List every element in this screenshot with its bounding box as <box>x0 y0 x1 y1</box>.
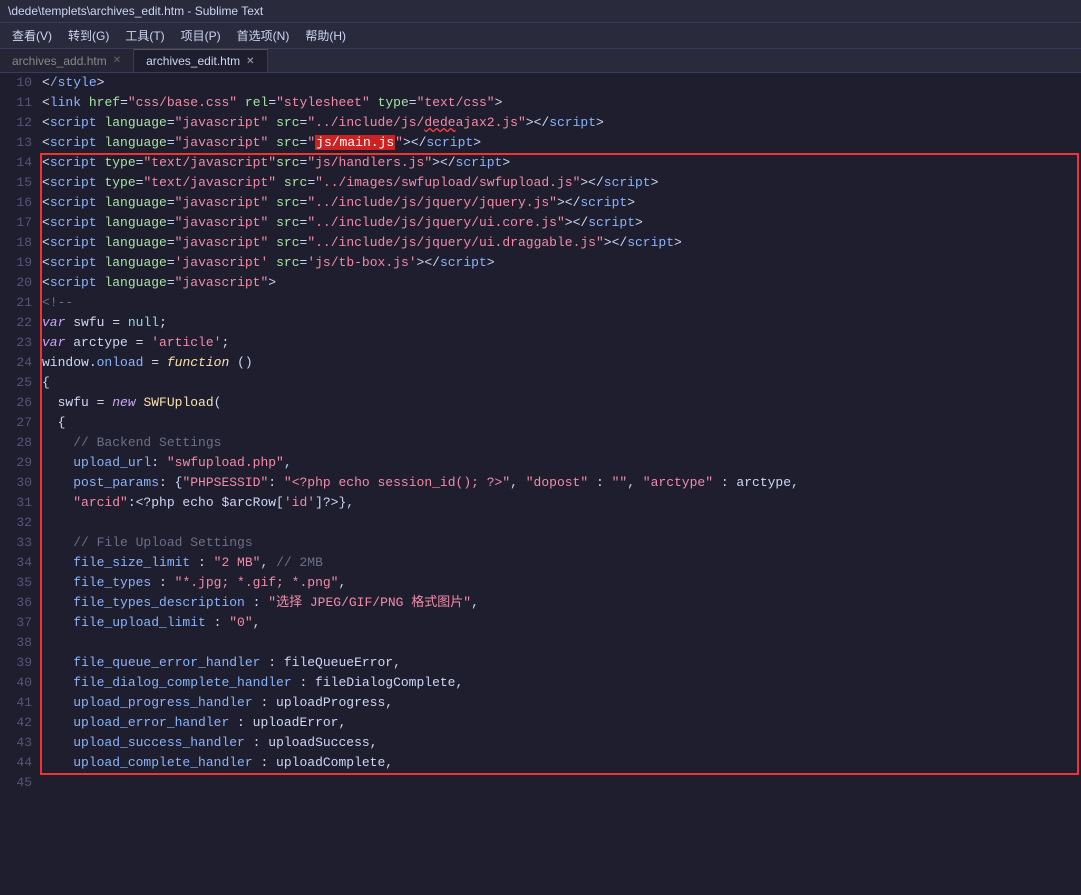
ln-10: 10 <box>0 73 32 93</box>
ln-30: 30 <box>0 473 32 493</box>
ln-25: 25 <box>0 373 32 393</box>
code-line-39: file_queue_error_handler : fileQueueErro… <box>38 653 1081 673</box>
tab-label-archives-edit: archives_edit.htm <box>146 54 240 68</box>
menu-project[interactable]: 项目(P) <box>173 25 229 46</box>
code-line-31: "arcid":<?php echo $arcRow['id']?>}, <box>38 493 1081 513</box>
code-line-22: var swfu = null; <box>38 313 1081 333</box>
ln-16: 16 <box>0 193 32 213</box>
code-line-15: <script type="text/javascript" src="../i… <box>38 173 1081 193</box>
code-line-35: file_types : "*.jpg; *.gif; *.png", <box>38 573 1081 593</box>
code-line-29: upload_url: "swfupload.php", <box>38 453 1081 473</box>
ln-13: 13 <box>0 133 32 153</box>
ln-29: 29 <box>0 453 32 473</box>
code-line-13: <script language="javascript" src="js/ma… <box>38 133 1081 153</box>
tab-close-archives-add[interactable]: ✕ <box>113 55 121 66</box>
code-line-20: <script language="javascript"> <box>38 273 1081 293</box>
menu-bar: 查看(V) 转到(G) 工具(T) 项目(P) 首选项(N) 帮助(H) <box>0 23 1081 49</box>
line-numbers: 10 11 12 13 14 15 16 17 18 19 20 21 22 2… <box>0 73 38 895</box>
ln-38: 38 <box>0 633 32 653</box>
menu-preferences[interactable]: 首选项(N) <box>229 25 298 46</box>
tab-label-archives-add: archives_add.htm <box>12 54 107 68</box>
code-line-40: file_dialog_complete_handler : fileDialo… <box>38 673 1081 693</box>
ln-32: 32 <box>0 513 32 533</box>
code-line-11: <link href="css/base.css" rel="styleshee… <box>38 93 1081 113</box>
code-line-23: var arctype = 'article'; <box>38 333 1081 353</box>
ln-19: 19 <box>0 253 32 273</box>
code-content[interactable]: </style> <link href="css/base.css" rel="… <box>38 73 1081 895</box>
code-line-43: upload_success_handler : uploadSuccess, <box>38 733 1081 753</box>
code-line-45 <box>38 773 1081 793</box>
code-line-44: upload_complete_handler : uploadComplete… <box>38 753 1081 773</box>
code-line-14: <script type="text/javascript"src="js/ha… <box>38 153 1081 173</box>
code-line-36: file_types_description : "选择 JPEG/GIF/PN… <box>38 593 1081 613</box>
code-line-16: <script language="javascript" src="../in… <box>38 193 1081 213</box>
code-line-26: swfu = new SWFUpload( <box>38 393 1081 413</box>
code-line-33: // File Upload Settings <box>38 533 1081 553</box>
menu-goto[interactable]: 转到(G) <box>60 25 117 46</box>
code-line-34: file_size_limit : "2 MB", // 2MB <box>38 553 1081 573</box>
code-line-41: upload_progress_handler : uploadProgress… <box>38 693 1081 713</box>
code-line-25: { <box>38 373 1081 393</box>
menu-tools[interactable]: 工具(T) <box>117 25 172 46</box>
ln-27: 27 <box>0 413 32 433</box>
menu-view[interactable]: 查看(V) <box>4 25 60 46</box>
ln-31: 31 <box>0 493 32 513</box>
menu-help[interactable]: 帮助(H) <box>297 25 354 46</box>
tab-archives-edit[interactable]: archives_edit.htm ✕ <box>134 49 267 72</box>
ln-40: 40 <box>0 673 32 693</box>
code-line-19: <script language='javascript' src='js/tb… <box>38 253 1081 273</box>
ln-20: 20 <box>0 273 32 293</box>
ln-28: 28 <box>0 433 32 453</box>
code-line-27: { <box>38 413 1081 433</box>
code-line-17: <script language="javascript" src="../in… <box>38 213 1081 233</box>
title-text: \dede\templets\archives_edit.htm - Subli… <box>8 4 263 18</box>
ln-35: 35 <box>0 573 32 593</box>
editor: 10 11 12 13 14 15 16 17 18 19 20 21 22 2… <box>0 73 1081 895</box>
ln-17: 17 <box>0 213 32 233</box>
code-line-12: <script language="javascript" src="../in… <box>38 113 1081 133</box>
ln-11: 11 <box>0 93 32 113</box>
code-line-38 <box>38 633 1081 653</box>
tab-close-archives-edit[interactable]: ✕ <box>246 56 254 67</box>
tab-bar: archives_add.htm ✕ archives_edit.htm ✕ <box>0 49 1081 73</box>
tab-archives-add[interactable]: archives_add.htm ✕ <box>0 49 134 72</box>
ln-33: 33 <box>0 533 32 553</box>
ln-15: 15 <box>0 173 32 193</box>
ln-45: 45 <box>0 773 32 793</box>
code-line-42: upload_error_handler : uploadError, <box>38 713 1081 733</box>
ln-44: 44 <box>0 753 32 773</box>
ln-36: 36 <box>0 593 32 613</box>
ln-34: 34 <box>0 553 32 573</box>
ln-26: 26 <box>0 393 32 413</box>
ln-21: 21 <box>0 293 32 313</box>
code-line-28: // Backend Settings <box>38 433 1081 453</box>
code-line-24: window.onload = function () <box>38 353 1081 373</box>
ln-14: 14 <box>0 153 32 173</box>
ln-18: 18 <box>0 233 32 253</box>
ln-24: 24 <box>0 353 32 373</box>
code-line-37: file_upload_limit : "0", <box>38 613 1081 633</box>
ln-42: 42 <box>0 713 32 733</box>
title-bar: \dede\templets\archives_edit.htm - Subli… <box>0 0 1081 23</box>
ln-12: 12 <box>0 113 32 133</box>
code-line-32 <box>38 513 1081 533</box>
ln-23: 23 <box>0 333 32 353</box>
ln-43: 43 <box>0 733 32 753</box>
code-line-30: post_params: {"PHPSESSID": "<?php echo s… <box>38 473 1081 493</box>
ln-22: 22 <box>0 313 32 333</box>
ln-41: 41 <box>0 693 32 713</box>
code-line-10: </style> <box>38 73 1081 93</box>
code-line-18: <script language="javascript" src="../in… <box>38 233 1081 253</box>
ln-37: 37 <box>0 613 32 633</box>
code-line-21: <!-- <box>38 293 1081 313</box>
ln-39: 39 <box>0 653 32 673</box>
